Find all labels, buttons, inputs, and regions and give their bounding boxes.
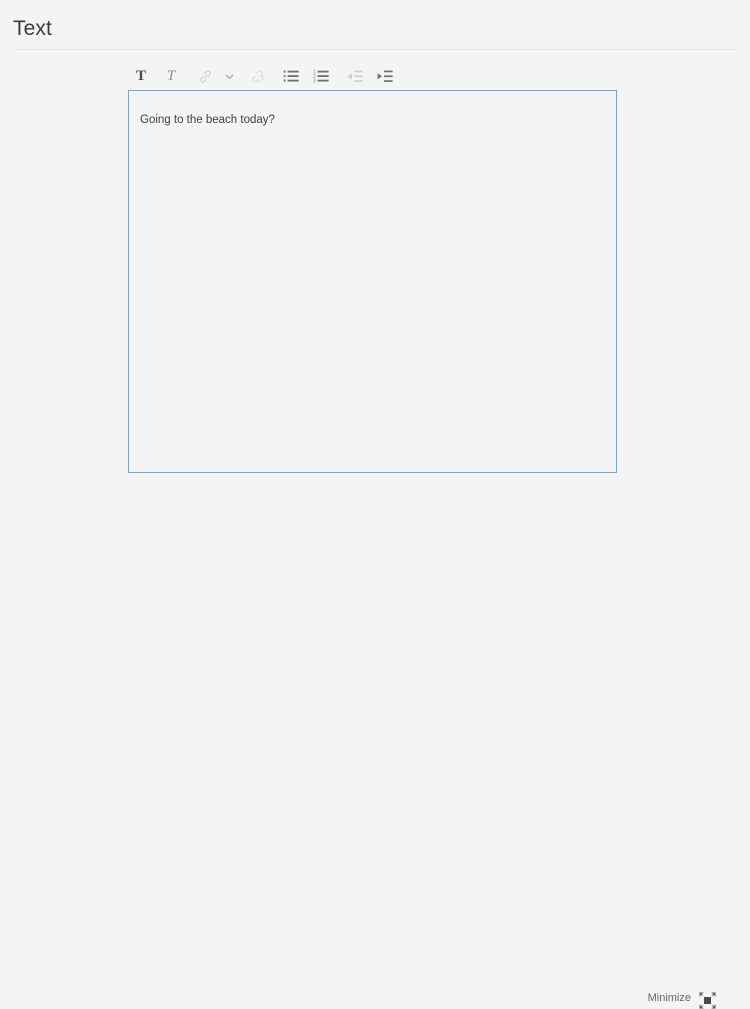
bold-icon: T — [135, 67, 146, 84]
header-divider — [14, 49, 736, 50]
outdent-button[interactable] — [342, 63, 368, 89]
minimize-label[interactable]: Minimize — [648, 992, 691, 1005]
link-button[interactable] — [192, 63, 218, 89]
indent-button[interactable] — [372, 63, 398, 89]
numbered-list-icon: 1 2 3 — [313, 69, 329, 83]
header-bar: Text — [0, 0, 750, 50]
numbered-list-button[interactable]: 1 2 3 — [308, 63, 334, 89]
editor-text[interactable]: Going to the beach today? — [140, 112, 606, 128]
page-title: Text — [13, 17, 52, 40]
formatting-toolbar: T T 1 2 3 — [128, 62, 619, 90]
italic-icon: T — [166, 67, 176, 84]
italic-button[interactable]: T — [158, 63, 184, 89]
minimize-icon[interactable] — [699, 992, 716, 1009]
rich-text-editor[interactable]: Going to the beach today? — [128, 90, 617, 473]
bullet-list-icon — [283, 69, 299, 83]
indent-icon — [377, 70, 393, 83]
chevron-down-icon — [224, 71, 235, 82]
bullet-list-button[interactable] — [278, 63, 304, 89]
unlink-icon — [250, 69, 265, 84]
link-icon — [198, 69, 213, 84]
svg-text:3: 3 — [313, 78, 316, 83]
outdent-icon — [347, 70, 363, 83]
link-options-button[interactable] — [222, 63, 236, 89]
footer-bar: Minimize — [0, 488, 750, 1009]
unlink-button[interactable] — [244, 63, 270, 89]
bold-button[interactable]: T — [128, 63, 154, 89]
